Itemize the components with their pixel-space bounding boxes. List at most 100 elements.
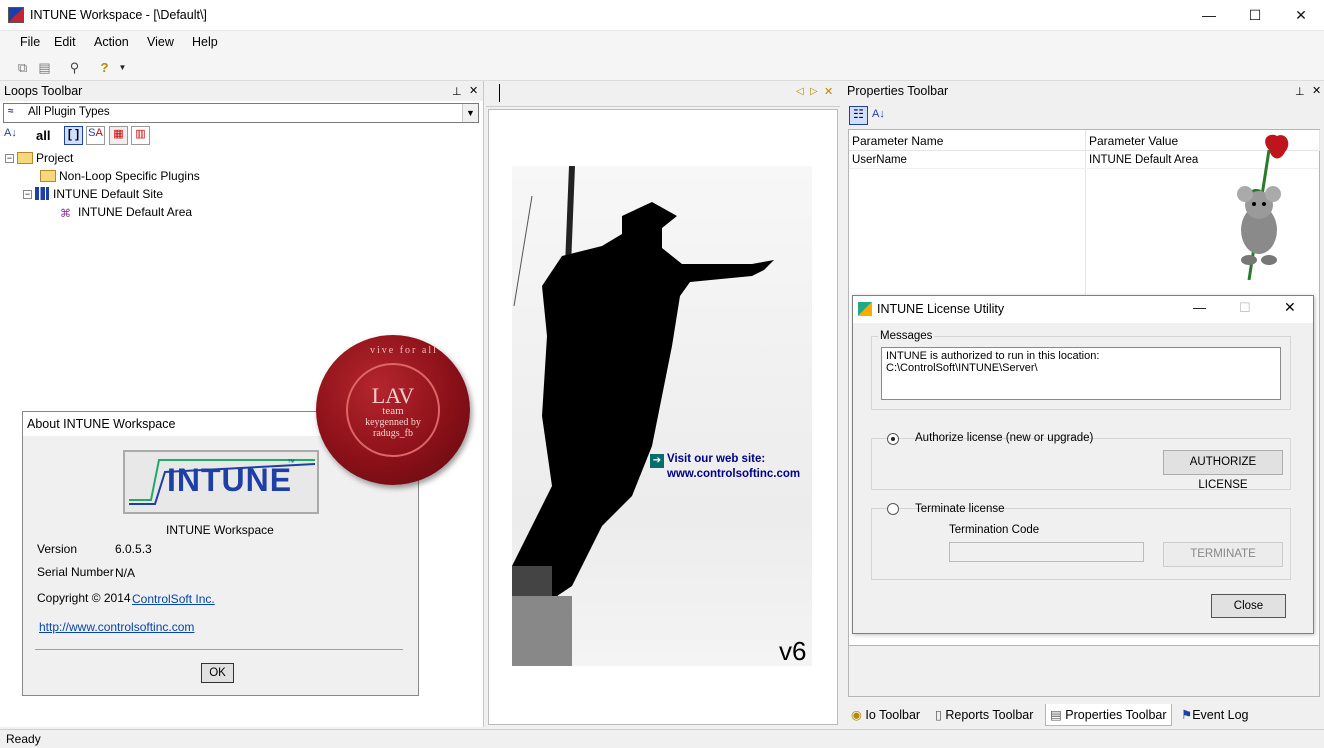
- fisherman-silhouette: [512, 166, 774, 666]
- menu-edit[interactable]: Edit: [54, 35, 76, 49]
- grid-filter-icon[interactable]: ▦: [109, 126, 128, 145]
- main-toolbar: ⧉ ▤ ⚲ ? ▼: [0, 54, 1324, 81]
- menu-action[interactable]: Action: [94, 35, 129, 49]
- close-license-button[interactable]: Close: [1211, 594, 1286, 618]
- terminate-radio[interactable]: [887, 503, 899, 515]
- tab-divider: [499, 84, 500, 102]
- messages-legend: Messages: [880, 330, 933, 342]
- menu-view[interactable]: View: [147, 35, 174, 49]
- termination-code-field[interactable]: [949, 542, 1144, 562]
- collapse-icon[interactable]: −: [5, 154, 14, 163]
- close-panel-icon[interactable]: ✕: [469, 84, 478, 97]
- io-icon: ◉: [851, 708, 862, 722]
- tree-item-project[interactable]: − Project: [5, 149, 73, 167]
- company-link[interactable]: ControlSoft Inc.: [132, 592, 215, 606]
- tab-properties-toolbar[interactable]: ▤ Properties Toolbar: [1045, 704, 1172, 726]
- toolbar-tabs: ◉ Io Toolbar ▯ Reports Toolbar ▤ Propert…: [843, 701, 1324, 727]
- menu-bar: File Edit Action View Help: [0, 31, 1324, 54]
- ok-button[interactable]: OK: [201, 663, 234, 683]
- version-label: Version: [37, 542, 78, 556]
- close-button[interactable]: ✕: [1278, 0, 1324, 31]
- splash-version: v6: [779, 636, 807, 666]
- properties-panel-title: Properties Toolbar: [847, 84, 949, 98]
- scroll-left-icon[interactable]: ◁: [796, 86, 804, 97]
- tab-io-toolbar[interactable]: ◉ Io Toolbar: [847, 704, 924, 726]
- status-text: Ready: [6, 732, 41, 746]
- tree-item-area[interactable]: ⌘ INTUNE Default Area: [60, 203, 192, 221]
- messages-textbox[interactable]: INTUNE is authorized to run in this loca…: [881, 347, 1281, 400]
- site-icon: [35, 187, 49, 200]
- pin-icon[interactable]: ⊥: [452, 85, 462, 98]
- chevron-down-icon[interactable]: ▼: [462, 104, 478, 122]
- property-value-username[interactable]: INTUNE Default Area: [1086, 152, 1201, 168]
- license-app-icon: [858, 302, 872, 316]
- folder-icon: [40, 170, 56, 182]
- intune-logo: INTUNE ™: [123, 450, 319, 514]
- bracket-filter-icon[interactable]: [ ]: [64, 126, 83, 145]
- column-divider: [1085, 151, 1086, 301]
- status-bar: Ready: [0, 729, 1324, 748]
- close-document-icon[interactable]: ✕: [824, 85, 833, 98]
- report-icon: ▯: [935, 708, 942, 722]
- list-filter-icon[interactable]: ▥: [131, 126, 150, 145]
- seal-line4: radugs_fb: [373, 428, 413, 439]
- mouse-rose-illustration: [1237, 134, 1289, 281]
- maximize-button: ☐: [1239, 300, 1251, 315]
- menu-file[interactable]: File: [20, 35, 40, 49]
- plugin-type-select[interactable]: ≈ All Plugin Types ▼: [3, 103, 479, 123]
- loops-panel-title: Loops Toolbar: [4, 84, 83, 98]
- properties-icon: ▤: [1050, 708, 1062, 722]
- serial-value: N/A: [115, 566, 136, 580]
- sort-az-icon[interactable]: A↓: [872, 108, 885, 120]
- tree-item-site[interactable]: − INTUNE Default Site: [23, 185, 163, 203]
- loops-panel-header: Loops Toolbar ⊥ ✕: [0, 81, 483, 101]
- maximize-button[interactable]: ☐: [1232, 0, 1278, 31]
- title-bar: INTUNE Workspace - [\Default\] — ☐ ✕: [0, 0, 1324, 31]
- sort-az-icon[interactable]: A↓: [4, 127, 17, 139]
- serial-label: Serial Number: [37, 565, 114, 579]
- authorize-license-button[interactable]: AUTHORIZE LICENSE: [1163, 450, 1283, 491]
- find-icon[interactable]: ⚲: [66, 59, 83, 76]
- close-button[interactable]: ✕: [1284, 299, 1296, 316]
- minimize-button[interactable]: —: [1193, 300, 1206, 315]
- terminate-label: Terminate license: [915, 503, 1005, 515]
- terminate-button[interactable]: TERMINATE: [1163, 542, 1283, 567]
- splash-image: ➔ Visit our web site: www.controlsoftinc…: [512, 166, 812, 666]
- scroll-right-icon[interactable]: ▷: [810, 86, 818, 97]
- tab-reports-toolbar[interactable]: ▯ Reports Toolbar: [931, 704, 1037, 726]
- document-tabstrip: ◁ ▷ ✕: [486, 81, 840, 107]
- event-log-icon: ⚑: [1181, 708, 1193, 722]
- splash-site[interactable]: www.controlsoftinc.com: [667, 468, 800, 480]
- help-icon[interactable]: ?: [96, 59, 113, 76]
- seal-line3: keygenned by: [365, 417, 421, 428]
- paste-icon[interactable]: ▤: [36, 59, 53, 76]
- menu-help[interactable]: Help: [192, 35, 218, 49]
- version-value: 6.0.5.3: [115, 542, 152, 556]
- close-panel-icon[interactable]: ✕: [1312, 84, 1321, 97]
- property-description: [848, 645, 1320, 697]
- website-link[interactable]: http://www.controlsoftinc.com: [39, 620, 194, 634]
- window-title: INTUNE Workspace - [\Default\]: [30, 8, 207, 22]
- wax-seal-stamp: vive for all LAV team keygenned by radug…: [316, 335, 470, 485]
- copyright-text: Copyright © 2014: [37, 591, 131, 605]
- pin-icon[interactable]: ⊥: [1295, 85, 1305, 98]
- minimize-button[interactable]: —: [1186, 0, 1232, 31]
- plugin-type-icon: ≈: [8, 106, 14, 117]
- copy-icon[interactable]: ⧉: [14, 59, 31, 76]
- termination-code-label: Termination Code: [949, 524, 1040, 536]
- properties-panel-header: Properties Toolbar ⊥ ✕: [843, 81, 1324, 101]
- tree-item-non-loop[interactable]: Non-Loop Specific Plugins: [40, 167, 200, 185]
- property-name-username[interactable]: UserName: [849, 152, 910, 168]
- chevron-down-icon[interactable]: ▼: [114, 59, 131, 76]
- column-header-name[interactable]: Parameter Name: [849, 130, 1086, 151]
- authorize-radio[interactable]: [887, 433, 899, 445]
- seal-line2: team: [382, 405, 404, 417]
- app-icon: [8, 7, 24, 23]
- categorized-icon[interactable]: ☷: [849, 106, 868, 125]
- collapse-icon[interactable]: −: [23, 190, 32, 199]
- show-all-button[interactable]: all: [36, 128, 50, 143]
- tab-event-log[interactable]: ⚑Event Log: [1177, 704, 1253, 726]
- sa-filter-icon[interactable]: SA: [86, 126, 105, 145]
- logo-trademark: ™: [287, 458, 295, 467]
- about-product: INTUNE Workspace: [166, 523, 274, 537]
